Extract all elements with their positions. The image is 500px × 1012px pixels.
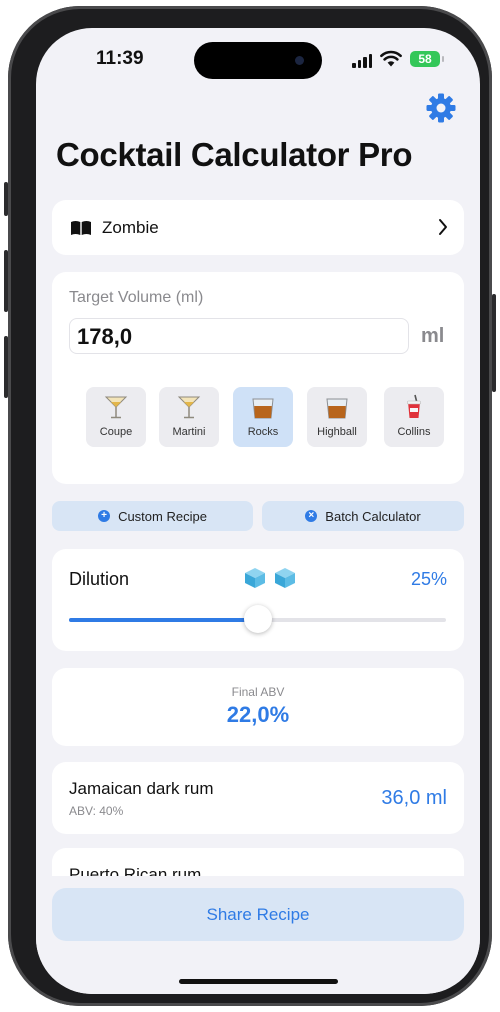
dilution-value: 25%	[410, 569, 447, 589]
glass-collins[interactable]: Collins	[384, 387, 444, 447]
ice-cubes	[243, 566, 297, 590]
glass-rocks[interactable]: Rocks	[233, 387, 293, 447]
glass-label: Rocks	[247, 426, 279, 438]
volume-down-button	[4, 336, 8, 398]
dilution-card: Dilution 25%	[52, 549, 464, 651]
volume-unit-label: ml	[421, 325, 445, 347]
recipe-name: Zombie	[102, 217, 159, 237]
glass-label: Collins	[397, 426, 431, 438]
phone-frame: 11:39 58 Cocktail Calculator Pro Zombie …	[4, 6, 496, 1006]
glass-coupe[interactable]: Coupe	[86, 387, 146, 447]
chevron-right-icon	[439, 219, 447, 235]
slider-thumb[interactable]	[243, 605, 272, 633]
tumbler-glass-icon	[252, 398, 274, 419]
tumbler-glass-icon	[326, 398, 348, 419]
share-recipe-button[interactable]: Share Recipe	[52, 888, 464, 941]
cocktail-glass-icon	[177, 396, 201, 419]
slider-fill	[69, 618, 258, 622]
batch-calculator-button[interactable]: × Batch Calculator	[262, 501, 464, 531]
side-button	[4, 182, 8, 216]
final-abv-card: Final ABV 22,0%	[52, 668, 464, 746]
glass-highball[interactable]: Highball	[307, 387, 367, 447]
multiply-circle-icon: ×	[305, 510, 318, 522]
battery-indicator: 58	[410, 51, 444, 67]
book-icon	[71, 220, 91, 235]
dilution-label: Dilution	[69, 569, 130, 589]
page-title: Cocktail Calculator Pro	[56, 136, 413, 173]
screen: 11:39 58 Cocktail Calculator Pro Zombie …	[36, 28, 480, 994]
target-volume-input[interactable]: 178,0	[69, 318, 409, 354]
glass-label: Coupe	[99, 426, 133, 438]
recipe-selector[interactable]: Zombie	[52, 200, 464, 255]
target-volume-label: Target Volume (ml)	[69, 289, 204, 306]
power-button	[492, 294, 496, 392]
volume-up-button	[4, 250, 8, 312]
share-recipe-label: Share Recipe	[206, 904, 310, 924]
glass-label: Highball	[317, 426, 357, 438]
plus-circle-icon: +	[98, 510, 111, 522]
final-abv-label: Final ABV	[231, 685, 285, 699]
ingredient-amount: 36,0 ml	[381, 787, 447, 809]
batch-calculator-label: Batch Calculator	[325, 508, 421, 524]
target-volume-card: Target Volume (ml) 178,0 ml Coupe Martin…	[52, 272, 464, 484]
glass-label: Martini	[172, 426, 206, 438]
battery-level: 58	[418, 52, 432, 66]
ice-cube-icon	[275, 568, 295, 588]
wifi-icon	[380, 50, 402, 67]
custom-recipe-label: Custom Recipe	[118, 508, 207, 524]
dynamic-island	[194, 42, 322, 79]
glass-martini[interactable]: Martini	[159, 387, 219, 447]
ice-cube-icon	[245, 568, 265, 588]
gear-icon[interactable]	[425, 92, 457, 124]
ingredient-abv: ABV: 40%	[69, 804, 124, 818]
final-abv-value: 22,0%	[226, 702, 290, 727]
dilution-slider[interactable]	[69, 605, 446, 633]
ingredient-name: Jamaican dark rum	[69, 779, 214, 798]
status-time: 11:39	[96, 48, 144, 69]
cocktail-glass-icon	[104, 396, 128, 419]
ingredient-row[interactable]: Jamaican dark rum ABV: 40% 36,0 ml	[52, 762, 464, 834]
cup-with-straw-icon	[407, 394, 421, 418]
custom-recipe-button[interactable]: + Custom Recipe	[52, 501, 253, 531]
home-indicator	[179, 979, 338, 984]
cellular-signal-icon	[352, 54, 372, 68]
